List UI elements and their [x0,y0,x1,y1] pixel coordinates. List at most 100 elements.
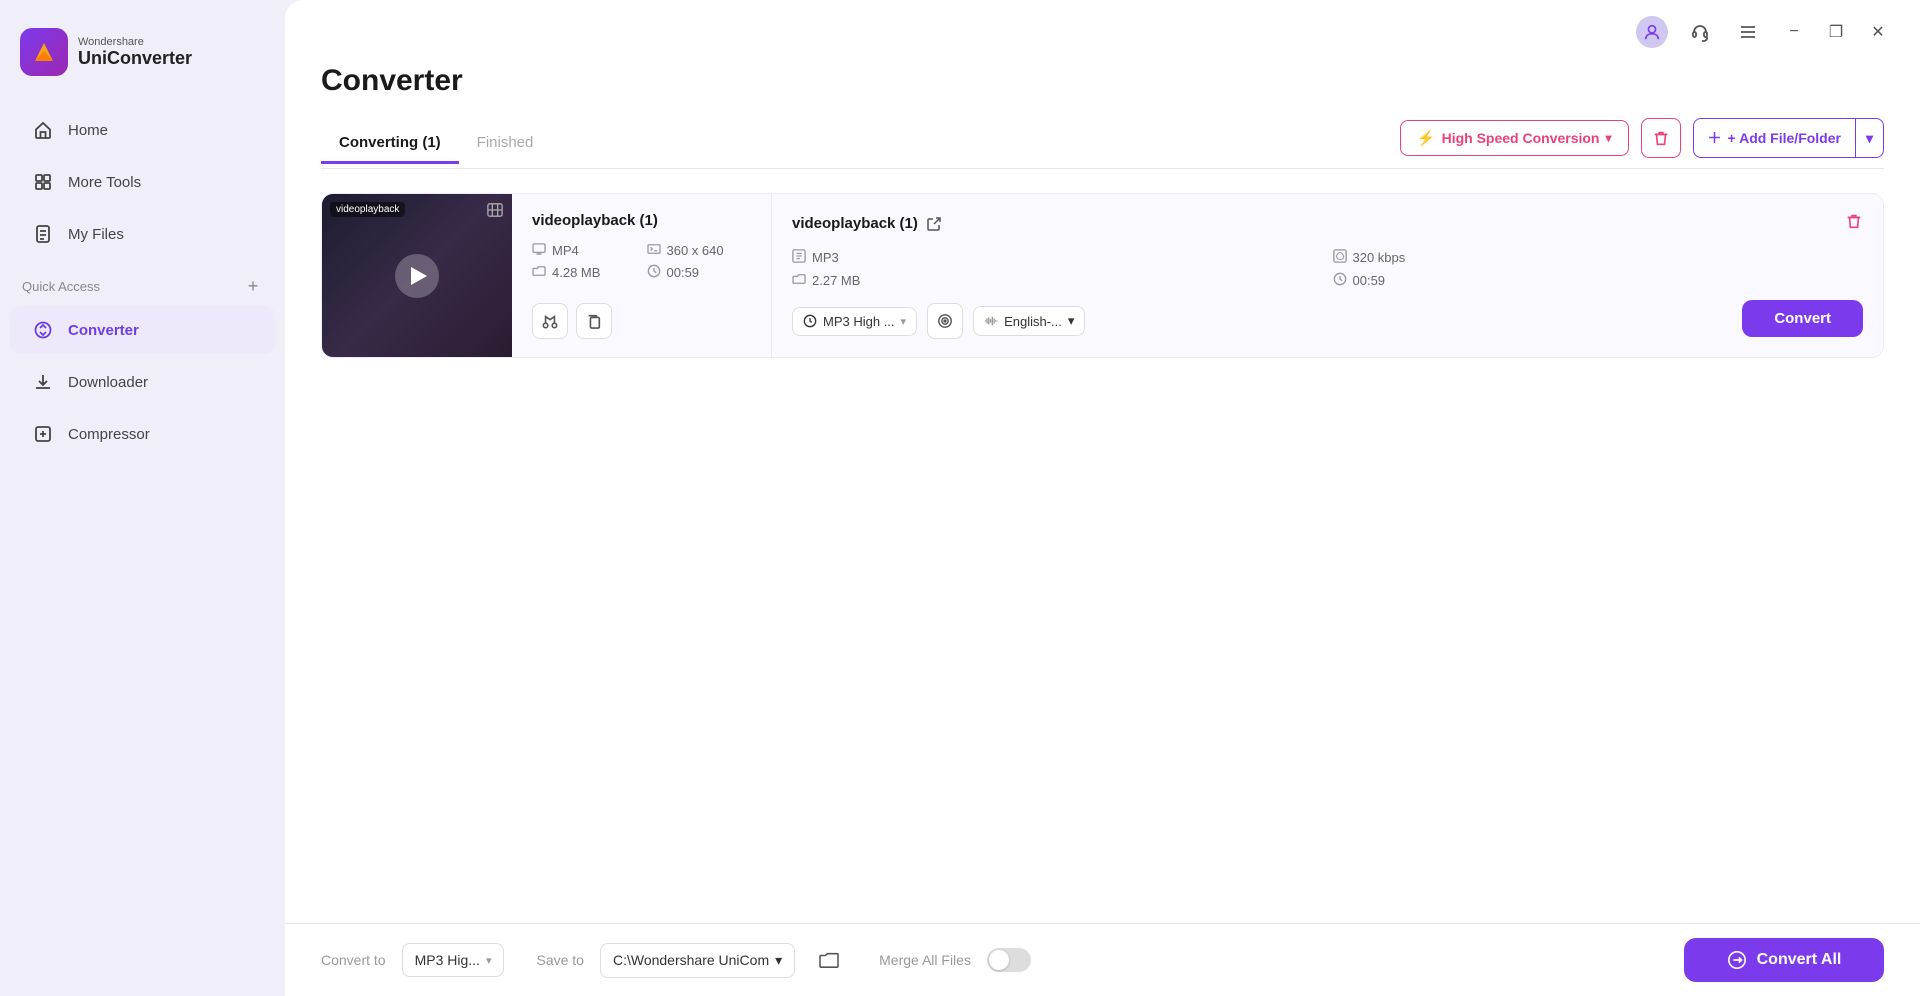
source-meta-grid: MP4 360 x 640 [532,243,751,281]
sidebar-more-tools-label: More Tools [68,174,141,191]
sidebar-item-home[interactable]: Home [10,106,275,154]
content-area: Converter Converting (1) Finished ⚡ High… [285,48,1920,923]
format-select[interactable]: MP3 Hig... ▾ [402,943,505,977]
output-clock-icon [1333,272,1347,289]
monitor-icon [532,243,546,258]
quick-access-header: Quick Access + [0,260,285,304]
sidebar-my-files-label: My Files [68,226,124,243]
convert-to-label: Convert to [321,952,386,968]
source-format-value: MP4 [552,243,579,258]
topbar: − ❐ ✕ [285,0,1920,48]
source-duration: 00:59 [647,264,752,281]
menu-icon[interactable] [1732,16,1764,48]
tab-finished[interactable]: Finished [459,124,552,164]
delete-button[interactable] [1641,118,1681,158]
sidebar-item-converter[interactable]: Converter [10,306,275,354]
external-link-icon [926,216,942,232]
play-button[interactable] [395,254,439,298]
clock-icon [647,264,661,281]
tab-converting[interactable]: Converting (1) [321,124,459,164]
chevron-down-icon: ▾ [1866,130,1873,147]
sidebar-item-my-files[interactable]: My Files [10,210,275,258]
plus-icon: ＋ [1708,128,1722,148]
chevron-down-icon: ▾ [1606,131,1612,145]
source-duration-value: 00:59 [667,265,700,280]
browse-folder-button[interactable] [811,942,847,978]
window-controls: − ❐ ✕ [1780,18,1892,46]
save-path-value: C:\Wondershare UniCom [613,952,769,968]
page-title: Converter [321,64,1884,98]
sidebar-item-compressor[interactable]: Compressor [10,410,275,458]
bitrate-icon [1333,249,1347,266]
format-chevron-icon: ▾ [486,954,492,967]
output-bitrate: 320 kbps [1333,249,1864,266]
logo-area: Wondershare UniConverter [0,18,285,104]
product-name: UniConverter [78,48,192,69]
source-resolution-value: 360 x 640 [667,243,724,258]
user-avatar[interactable] [1636,16,1668,48]
sidebar: Wondershare UniConverter Home More Tools [0,0,285,996]
save-path-chevron-icon: ▾ [775,952,782,969]
quality-select[interactable]: MP3 High ... ▾ [792,307,917,336]
sidebar-converter-label: Converter [68,322,139,339]
trim-button[interactable] [532,303,568,339]
merge-toggle[interactable] [987,948,1031,972]
output-delete-button[interactable] [1845,212,1863,235]
resolution-icon [647,243,661,258]
quality-chevron-icon: ▾ [901,315,907,328]
add-file-main-part[interactable]: ＋ + Add File/Folder [1694,120,1855,156]
tab-actions: ⚡ High Speed Conversion ▾ ＋ + Add File/F… [1400,118,1884,168]
source-size: 4.28 MB [532,264,637,281]
home-icon [32,119,54,141]
format-value: MP3 Hig... [415,952,480,968]
convert-label: Convert [1774,310,1831,327]
file-icon [32,223,54,245]
quality-value: MP3 High ... [823,314,895,329]
output-format-value: MP3 [812,250,839,265]
brand-name: Wondershare [78,36,192,48]
add-quick-access-button[interactable]: + [243,276,263,296]
minimize-button[interactable]: − [1780,18,1808,46]
sidebar-compressor-label: Compressor [68,426,150,443]
converter-icon [32,319,54,341]
convert-all-icon [1727,950,1747,970]
source-format: MP4 [532,243,637,258]
headset-icon[interactable] [1684,16,1716,48]
output-header: videoplayback (1) [792,212,1863,235]
high-speed-label: High Speed Conversion [1442,130,1600,146]
app-logo-icon [20,28,68,76]
add-file-button[interactable]: ＋ + Add File/Folder ▾ [1693,118,1884,158]
output-bitrate-value: 320 kbps [1353,250,1406,265]
add-file-label: + Add File/Folder [1728,130,1841,146]
language-select[interactable]: English-... ▾ [973,306,1085,336]
restore-button[interactable]: ❐ [1822,18,1850,46]
copy-button[interactable] [576,303,612,339]
downloader-icon [32,371,54,393]
sidebar-item-more-tools[interactable]: More Tools [10,158,275,206]
clock-small-icon [803,314,817,328]
sidebar-downloader-label: Downloader [68,374,148,391]
high-speed-button[interactable]: ⚡ High Speed Conversion ▾ [1400,120,1629,156]
file-card: videoplayback videoplayback (1) [321,193,1884,358]
output-duration: 00:59 [1333,272,1864,289]
folder-icon [532,265,546,280]
compressor-icon [32,423,54,445]
file-source-info: videoplayback (1) MP4 [512,194,772,357]
bolt-icon: ⚡ [1417,129,1436,147]
save-to-label: Save to [536,952,583,968]
tab-group: Converting (1) Finished [321,124,551,163]
output-actions-row: MP3 High ... ▾ [792,303,1863,339]
language-value: English-... [1004,314,1062,329]
save-path-select[interactable]: C:\Wondershare UniCom ▾ [600,943,795,978]
add-file-chevron[interactable]: ▾ [1856,122,1883,155]
close-button[interactable]: ✕ [1864,18,1892,46]
output-meta-grid: MP3 320 kbps [792,249,1863,289]
file-output-info: videoplayback (1) [772,194,1883,357]
output-file-name: videoplayback (1) [792,215,918,232]
output-folder-icon [792,273,806,288]
target-button[interactable] [927,303,963,339]
convert-all-button[interactable]: Convert All [1684,938,1884,982]
sidebar-item-downloader[interactable]: Downloader [10,358,275,406]
convert-button[interactable]: Convert [1742,300,1863,337]
video-frame-icon [486,202,504,221]
